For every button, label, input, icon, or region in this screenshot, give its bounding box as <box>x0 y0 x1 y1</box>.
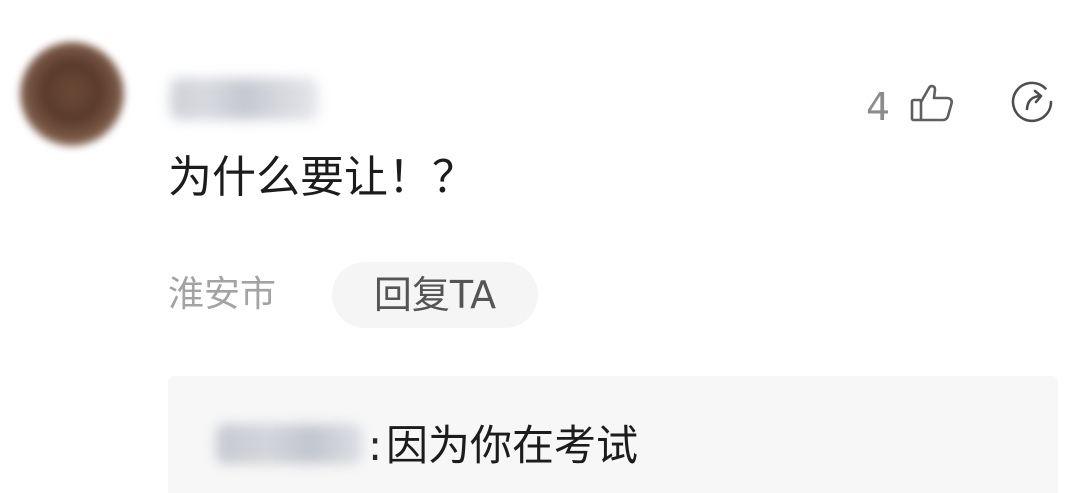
like-count: 4 <box>866 85 891 129</box>
reply-preview[interactable]: : 因为你在考试 <box>168 376 1058 493</box>
location-label: 淮安市 <box>168 274 277 315</box>
comment-text: 为什么要让！？ <box>168 152 476 203</box>
avatar[interactable] <box>20 42 124 146</box>
thumbs-up-icon[interactable] <box>908 76 960 128</box>
reply-button[interactable]: 回复TA <box>332 262 538 328</box>
reply-colon: : <box>368 421 383 470</box>
share-icon[interactable] <box>1006 76 1058 128</box>
reply-text: 因为你在考试 <box>386 421 639 470</box>
username-blurred[interactable] <box>170 78 318 120</box>
reply-username-blurred[interactable] <box>216 424 362 464</box>
